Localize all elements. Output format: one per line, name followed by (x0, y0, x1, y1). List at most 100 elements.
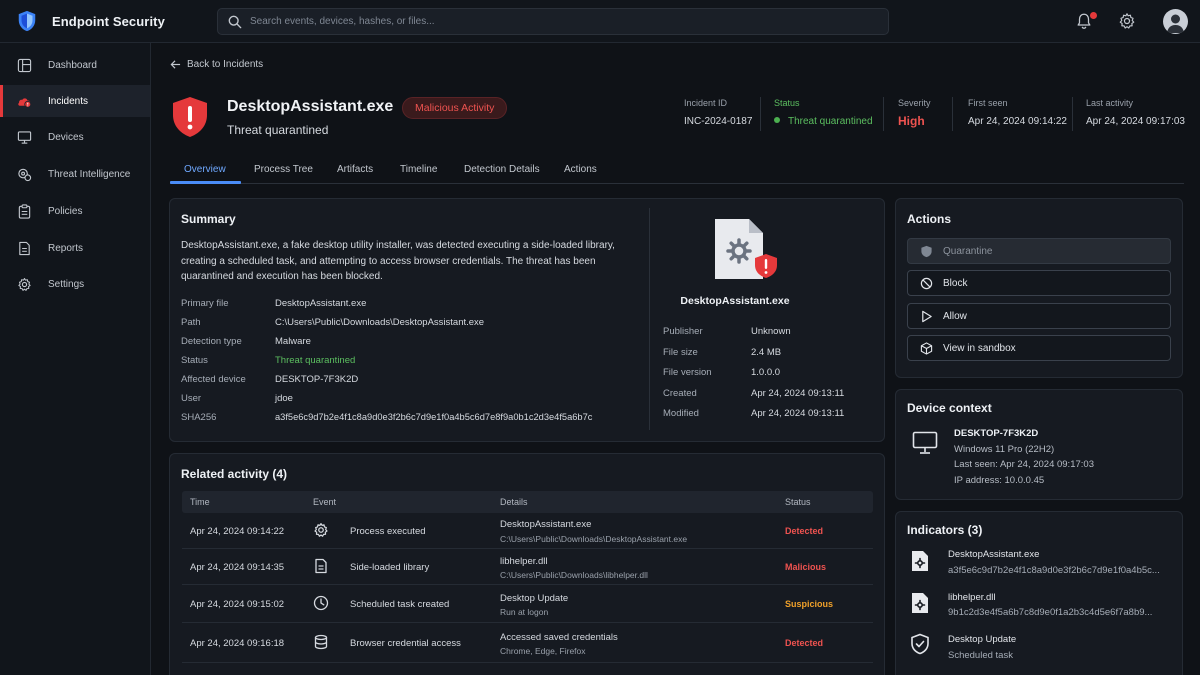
allow-button[interactable]: Allow (907, 303, 1171, 329)
sidebar-item-settings[interactable]: Settings (0, 268, 150, 300)
row-detail: libhelper.dll (500, 556, 548, 567)
sha256-value: a3f5e6c9d7b2e4f1c8a9d0e3f2b6c7d9e1f0a4b5… (275, 412, 593, 422)
search-icon (228, 15, 242, 28)
brand[interactable]: Endpoint Security (16, 10, 165, 32)
row-detail: DesktopAssistant.exe (500, 519, 592, 530)
user-value: jdoe (275, 393, 293, 404)
gear-icon[interactable] (1118, 12, 1136, 30)
status-badge: Detected (785, 638, 824, 648)
tab-actions[interactable]: Actions (564, 164, 597, 175)
incident-id-value: INC-2024-0187 (684, 116, 753, 127)
button-label: Allow (943, 310, 967, 322)
device-context-title: Device context (907, 401, 992, 415)
sidebar-item-label: Reports (48, 242, 84, 254)
row-time: Apr 24, 2024 09:16:18 (190, 638, 285, 649)
field-label: Modified (663, 408, 699, 419)
tab-artifacts[interactable]: Artifacts (337, 164, 373, 175)
row-detail-sub: Run at logon (500, 607, 549, 617)
sidebar-item-label: Threat Intelligence (48, 168, 131, 180)
divider (649, 208, 650, 430)
back-to-incidents-link[interactable]: Back to Incidents (170, 59, 263, 70)
meta-incident-id: Incident ID INC-2024-0187 (684, 98, 752, 127)
table-row[interactable] (182, 623, 873, 663)
path-value: C:\Users\Public\Downloads\DesktopAssista… (275, 317, 485, 328)
divider (760, 97, 761, 131)
device-name: DESKTOP-7F3K2D (954, 428, 1039, 439)
last-activity-value: Apr 24, 2024 09:17:03 (1086, 116, 1185, 127)
shield-check-icon (911, 633, 929, 655)
meta-label: Last activity (1086, 98, 1134, 108)
column-header-event: Event (313, 497, 337, 507)
divider (883, 97, 884, 131)
document-icon (315, 558, 327, 574)
device-last-seen: Last seen: Apr 24, 2024 09:17:03 (954, 459, 1094, 470)
sidebar-item-policies[interactable]: Policies (0, 195, 150, 227)
meta-label: First seen (968, 98, 1008, 108)
status-value: Threat quarantined (774, 116, 873, 127)
table-row[interactable] (182, 585, 873, 623)
sidebar-item-devices[interactable]: Devices (0, 121, 150, 153)
indicator-hash: 9b1c2d3e4f5a6b7c8d9e0f1a2b3c4d5e6f7a8b9.… (948, 607, 1153, 618)
play-icon (922, 310, 932, 322)
indicator-name: DesktopAssistant.exe (948, 549, 1040, 560)
button-label: Block (943, 277, 968, 289)
meta-label: Incident ID (684, 98, 728, 108)
row-detail: Desktop Update (500, 593, 569, 604)
severity-value: High (898, 114, 925, 128)
indicators-title: Indicators (3) (907, 523, 983, 537)
device-ip: IP address: 10.0.0.45 (954, 475, 1045, 486)
related-activity-title: Related activity (4) (181, 467, 288, 481)
user-avatar[interactable] (1163, 9, 1188, 34)
row-detail: Accessed saved credentials (500, 632, 618, 643)
tab-timeline[interactable]: Timeline (400, 164, 437, 175)
top-bar: Endpoint Security (0, 0, 1200, 43)
gear-icon (18, 277, 31, 291)
row-event: Browser credential access (350, 638, 461, 649)
sidebar-item-reports[interactable]: Reports (0, 232, 150, 264)
shield-logo-icon (18, 10, 36, 32)
file-size-value: 2.4 MB (751, 347, 782, 358)
divider (952, 97, 953, 131)
arrow-left-icon (170, 60, 181, 69)
status-dot (774, 117, 780, 124)
file-warning-icon (715, 219, 777, 279)
field-label: Primary file (181, 298, 229, 309)
meta-label: Status (774, 98, 800, 108)
tab-overview[interactable]: Overview (184, 164, 226, 175)
malicious-activity-badge: Malicious Activity (402, 97, 508, 119)
device-os: Windows 11 Pro (22H2) (954, 444, 1055, 455)
row-event: Process executed (350, 526, 426, 537)
cube-icon (920, 341, 933, 355)
view-in-sandbox-button[interactable]: View in sandbox (907, 335, 1171, 361)
column-header-status: Status (785, 497, 811, 507)
summary-description: DesktopAssistant.exe, a fake desktop uti… (181, 240, 615, 282)
created-value: Apr 24, 2024 09:13:11 (751, 388, 845, 399)
field-label: File size (663, 347, 698, 358)
back-link-label: Back to Incidents (187, 59, 264, 70)
sidebar-item-incidents[interactable]: Incidents (0, 85, 150, 117)
field-label: User (181, 393, 202, 404)
block-button[interactable]: Block (907, 270, 1171, 296)
status-badge: Malicious (785, 562, 827, 572)
sidebar-item-threat-intelligence[interactable]: Threat Intelligence (0, 158, 150, 190)
sidebar-item-label: Settings (48, 278, 85, 290)
primary-file-value: DesktopAssistant.exe (275, 298, 367, 309)
meta-severity: Severity High (898, 98, 931, 128)
file-version-value: 1.0.0.0 (751, 367, 781, 378)
search-input[interactable] (250, 16, 850, 27)
table-header: Time Event Details Status (182, 491, 873, 513)
block-icon (920, 277, 933, 289)
actions-title: Actions (907, 212, 952, 226)
threat-intel-icon (18, 168, 32, 181)
tab-detection-details[interactable]: Detection Details (464, 164, 540, 175)
quarantine-button[interactable]: Quarantine (907, 238, 1171, 264)
indicator-hash: a3f5e6c9d7b2e4f1c8a9d0e3f2b6c7d9e1f0a4b5… (948, 565, 1160, 576)
file-card-name: DesktopAssistant.exe (680, 295, 790, 307)
row-detail-sub: C:\Users\Public\Downloads\DesktopAssista… (500, 534, 688, 544)
field-label: SHA256 (181, 412, 217, 423)
sidebar-item-dashboard[interactable]: Dashboard (0, 49, 150, 81)
tab-process-tree[interactable]: Process Tree (254, 164, 313, 175)
modified-value: Apr 24, 2024 09:13:11 (751, 408, 845, 419)
search-bar[interactable] (217, 8, 889, 35)
affected-device-value: DESKTOP-7F3K2D (275, 374, 359, 385)
